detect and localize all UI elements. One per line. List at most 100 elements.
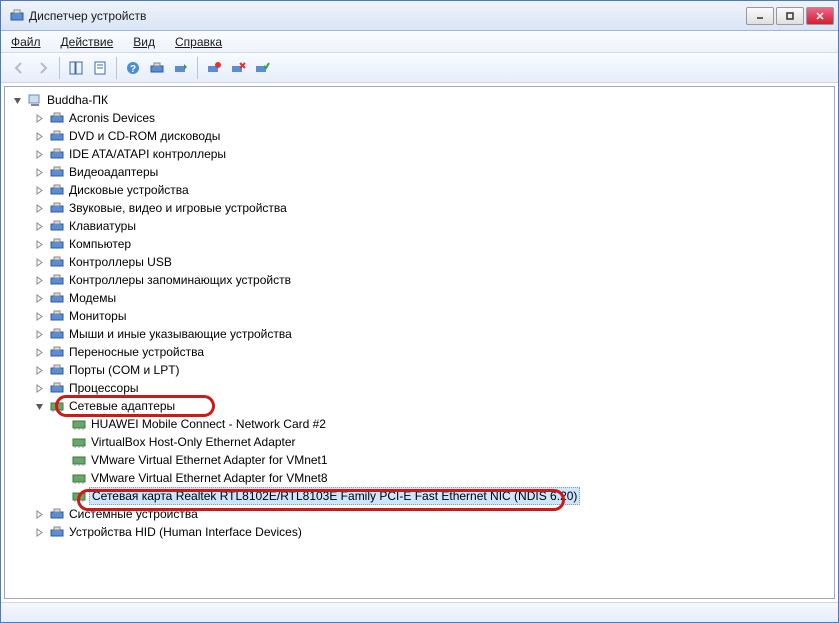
menu-view[interactable]: Вид [129, 33, 159, 51]
tree-category-3[interactable]: Видеоадаптеры [7, 163, 832, 181]
node-label[interactable]: Сетевая карта Realtek RTL8102E/RTL8103E … [89, 487, 580, 505]
node-label[interactable]: VMware Virtual Ethernet Adapter for VMne… [89, 470, 330, 486]
expand-toggle[interactable] [33, 400, 45, 412]
expand-toggle[interactable] [33, 202, 45, 214]
device-icon [49, 308, 65, 324]
node-label[interactable]: Системные устройства [67, 506, 200, 522]
tree-tail-0[interactable]: Системные устройства [7, 505, 832, 523]
scan-hardware-button[interactable] [145, 56, 169, 80]
tree-network-child-4[interactable]: Сетевая карта Realtek RTL8102E/RTL8103E … [7, 487, 832, 505]
node-label[interactable]: Переносные устройства [67, 344, 206, 360]
device-icon [49, 164, 65, 180]
properties-button[interactable] [88, 56, 112, 80]
help-button[interactable]: ? [121, 56, 145, 80]
tree-category-15[interactable]: Процессоры [7, 379, 832, 397]
expand-toggle[interactable] [33, 508, 45, 520]
expand-toggle[interactable] [33, 238, 45, 250]
tree-category-14[interactable]: Порты (COM и LPT) [7, 361, 832, 379]
expand-toggle[interactable] [33, 382, 45, 394]
node-label[interactable]: Acronis Devices [67, 110, 157, 126]
tree-network-adapters[interactable]: Сетевые адаптеры [7, 397, 832, 415]
tree-category-11[interactable]: Мониторы [7, 307, 832, 325]
node-label[interactable]: Buddha-ПК [45, 92, 110, 108]
expand-toggle[interactable] [33, 112, 45, 124]
tree-category-9[interactable]: Контроллеры запоминающих устройств [7, 271, 832, 289]
expand-toggle[interactable] [33, 220, 45, 232]
uninstall-button[interactable] [202, 56, 226, 80]
tree-category-6[interactable]: Клавиатуры [7, 217, 832, 235]
tree-category-8[interactable]: Контроллеры USB [7, 253, 832, 271]
expand-toggle[interactable] [33, 184, 45, 196]
node-label[interactable]: VirtualBox Host-Only Ethernet Adapter [89, 434, 298, 450]
tree-category-13[interactable]: Переносные устройства [7, 343, 832, 361]
tree-category-0[interactable]: Acronis Devices [7, 109, 832, 127]
menu-action[interactable]: Действие [57, 33, 118, 51]
device-icon [71, 434, 87, 450]
tree-root[interactable]: Buddha-ПК [7, 91, 832, 109]
show-hide-tree-button[interactable] [64, 56, 88, 80]
expand-toggle[interactable] [11, 94, 23, 106]
tree-network-child-2[interactable]: VMware Virtual Ethernet Adapter for VMne… [7, 451, 832, 469]
device-icon [49, 146, 65, 162]
node-label[interactable]: VMware Virtual Ethernet Adapter for VMne… [89, 452, 330, 468]
menu-file[interactable]: Файл [7, 33, 45, 51]
expand-toggle[interactable] [33, 274, 45, 286]
node-label[interactable]: Компьютер [67, 236, 133, 252]
menu-help[interactable]: Справка [171, 33, 226, 51]
expand-toggle[interactable] [33, 328, 45, 340]
tree-category-2[interactable]: IDE ATA/ATAPI контроллеры [7, 145, 832, 163]
expand-toggle[interactable] [33, 526, 45, 538]
back-button [7, 56, 31, 80]
tree-network-child-1[interactable]: VirtualBox Host-Only Ethernet Adapter [7, 433, 832, 451]
expand-toggle [55, 418, 67, 430]
device-icon [49, 254, 65, 270]
node-label[interactable]: Устройства HID (Human Interface Devices) [67, 524, 304, 540]
node-label[interactable]: HUAWEI Mobile Connect - Network Card #2 [89, 416, 328, 432]
device-tree[interactable]: Buddha-ПК Acronis Devices DVD и CD-ROM дис… [4, 86, 835, 599]
tree-network-child-3[interactable]: VMware Virtual Ethernet Adapter for VMne… [7, 469, 832, 487]
node-label[interactable]: Процессоры [67, 380, 141, 396]
tree-category-12[interactable]: Мыши и иные указывающие устройства [7, 325, 832, 343]
expand-toggle[interactable] [33, 130, 45, 142]
expand-toggle[interactable] [33, 310, 45, 322]
tree-category-1[interactable]: DVD и CD-ROM дисководы [7, 127, 832, 145]
tree-category-4[interactable]: Дисковые устройства [7, 181, 832, 199]
window-controls [746, 7, 834, 25]
tree-tail-1[interactable]: Устройства HID (Human Interface Devices) [7, 523, 832, 541]
update-driver-button[interactable] [169, 56, 193, 80]
tree-network-child-0[interactable]: HUAWEI Mobile Connect - Network Card #2 [7, 415, 832, 433]
node-label[interactable]: DVD и CD-ROM дисководы [67, 128, 222, 144]
node-label[interactable]: Клавиатуры [67, 218, 138, 234]
device-icon [49, 380, 65, 396]
node-label[interactable]: IDE ATA/ATAPI контроллеры [67, 146, 228, 162]
expand-toggle[interactable] [33, 346, 45, 358]
expand-toggle [55, 472, 67, 484]
maximize-button[interactable] [776, 7, 804, 25]
node-label[interactable]: Контроллеры запоминающих устройств [67, 272, 293, 288]
device-icon [71, 488, 87, 504]
node-label[interactable]: Контроллеры USB [67, 254, 174, 270]
content-area: Buddha-ПК Acronis Devices DVD и CD-ROM дис… [1, 83, 838, 602]
node-label[interactable]: Мыши и иные указывающие устройства [67, 326, 294, 342]
tree-category-5[interactable]: Звуковые, видео и игровые устройства [7, 199, 832, 217]
node-label[interactable]: Мониторы [67, 308, 128, 324]
expand-toggle[interactable] [33, 364, 45, 376]
tree-category-7[interactable]: Компьютер [7, 235, 832, 253]
expand-toggle[interactable] [33, 292, 45, 304]
minimize-button[interactable] [746, 7, 774, 25]
node-label[interactable]: Порты (COM и LPT) [67, 362, 182, 378]
tree-category-10[interactable]: Модемы [7, 289, 832, 307]
disable-button[interactable] [226, 56, 250, 80]
node-label[interactable]: Дисковые устройства [67, 182, 191, 198]
device-icon [49, 344, 65, 360]
node-label[interactable]: Модемы [67, 290, 118, 306]
close-button[interactable] [806, 7, 834, 25]
node-label[interactable]: Звуковые, видео и игровые устройства [67, 200, 289, 216]
expand-toggle[interactable] [33, 166, 45, 178]
app-icon [9, 8, 25, 24]
node-label[interactable]: Сетевые адаптеры [67, 398, 177, 414]
enable-button[interactable] [250, 56, 274, 80]
expand-toggle[interactable] [33, 256, 45, 268]
expand-toggle[interactable] [33, 148, 45, 160]
node-label[interactable]: Видеоадаптеры [67, 164, 160, 180]
